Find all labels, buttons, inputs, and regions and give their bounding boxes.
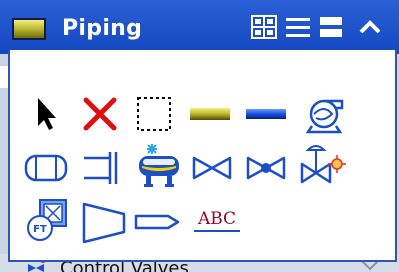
select-arrow-icon[interactable]	[24, 92, 68, 136]
abc-text: ABC	[197, 209, 236, 229]
gate-valve-icon[interactable]	[190, 146, 234, 190]
yellow-pipe-icon[interactable]	[188, 92, 232, 136]
reducer-icon[interactable]	[80, 198, 126, 244]
piping-panel-header[interactable]: Piping	[0, 0, 399, 54]
blue-pipe-icon[interactable]	[244, 92, 288, 136]
flange-icon[interactable]	[80, 146, 124, 190]
heater-tank-icon[interactable]	[134, 140, 179, 187]
maximize-button[interactable]	[318, 14, 344, 40]
pump-icon[interactable]	[302, 92, 346, 136]
piping-color-swatch-icon	[12, 18, 46, 40]
panel-title: Piping	[62, 16, 143, 41]
icon-view-button[interactable]	[250, 14, 278, 40]
grid-icon	[251, 15, 277, 39]
chevron-up-icon	[359, 20, 381, 34]
control-valve-icon[interactable]	[300, 140, 346, 184]
selection-box-icon[interactable]	[132, 92, 176, 136]
collapse-button[interactable]	[356, 14, 384, 40]
pipe-end-icon[interactable]	[134, 200, 180, 244]
list-icon	[286, 18, 310, 37]
flow-transmitter-icon[interactable]: FT	[24, 198, 68, 242]
two-panes-icon	[320, 17, 342, 37]
vessel-icon[interactable]	[22, 146, 68, 190]
text-label-icon[interactable]: ABC	[190, 200, 244, 244]
list-view-button[interactable]	[284, 14, 312, 40]
globe-valve-icon[interactable]	[244, 146, 288, 190]
delete-x-icon[interactable]	[78, 92, 122, 136]
svg-text:FT: FT	[33, 224, 47, 235]
